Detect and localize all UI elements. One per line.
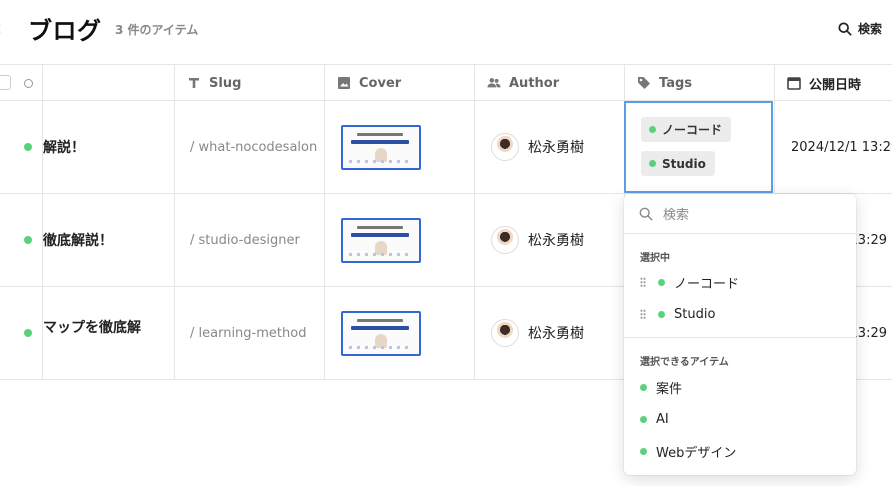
author-name: 松永勇樹 bbox=[528, 326, 584, 342]
available-section-label: 選択できるアイテム bbox=[640, 357, 729, 368]
author-cell[interactable]: 松永勇樹 bbox=[474, 194, 624, 286]
tag-dot bbox=[640, 415, 647, 423]
page-title: ブログ bbox=[28, 17, 102, 45]
avatar bbox=[491, 226, 519, 254]
back-chevron-icon[interactable]: ‹ bbox=[0, 17, 10, 39]
item-count: 3 件のアイテム bbox=[115, 23, 199, 37]
tag-dot bbox=[649, 160, 656, 167]
tag-dot bbox=[658, 278, 665, 286]
author-column-label: Author bbox=[509, 75, 560, 91]
title-cell[interactable]: 解説！ bbox=[42, 101, 174, 193]
date-cell[interactable]: 2024/12/1 13:29 bbox=[774, 101, 892, 193]
title-cell[interactable]: 徹底解説！ bbox=[42, 194, 174, 286]
tag-dot bbox=[658, 310, 665, 318]
tags-column-header[interactable]: Tags bbox=[624, 65, 774, 101]
tag-chip[interactable]: Studio bbox=[641, 151, 715, 176]
tags-column-label: Tags bbox=[659, 75, 693, 91]
search-button-label: 検索 bbox=[858, 22, 883, 36]
selected-tag-item[interactable]: ノーコード bbox=[640, 269, 850, 295]
dropdown-item-label: 案件 bbox=[656, 381, 683, 397]
available-tag-item[interactable]: Webデザイン bbox=[640, 438, 850, 464]
drag-handle-icon[interactable] bbox=[640, 309, 646, 319]
drag-handle-icon[interactable] bbox=[640, 277, 646, 287]
author-column-header[interactable]: Author bbox=[474, 65, 624, 101]
cover-column-label: Cover bbox=[359, 75, 402, 91]
search-icon bbox=[639, 207, 653, 221]
search-button[interactable]: 検索 bbox=[838, 20, 882, 37]
slug-cell[interactable]: / studio-designer bbox=[174, 194, 324, 286]
image-type-icon bbox=[338, 77, 350, 89]
slug-column-header[interactable]: Slug bbox=[174, 65, 324, 101]
table-header: Slug Cover Author Tags 公開日時 bbox=[0, 64, 892, 101]
tag-chip-label: Studio bbox=[662, 156, 706, 171]
author-cell[interactable]: 松永勇樹 bbox=[474, 101, 624, 193]
cover-thumbnail bbox=[341, 310, 421, 356]
selected-section-label: 選択中 bbox=[640, 253, 670, 264]
tag-chip[interactable]: ノーコード bbox=[641, 117, 732, 142]
dropdown-item-label: ノーコード bbox=[674, 276, 740, 292]
title-column-header[interactable] bbox=[42, 65, 174, 101]
dropdown-search-placeholder: 検索 bbox=[663, 208, 690, 223]
title-cell[interactable]: マップを徹底解 bbox=[42, 287, 174, 379]
dropdown-item-label: Studio bbox=[674, 306, 716, 322]
status-dot bbox=[24, 143, 32, 151]
dropdown-divider bbox=[624, 337, 856, 338]
search-icon bbox=[838, 21, 852, 36]
dropdown-item-label: AI bbox=[656, 411, 669, 427]
tag-dot bbox=[649, 126, 656, 133]
author-name: 松永勇樹 bbox=[528, 140, 584, 156]
cover-cell[interactable] bbox=[324, 194, 474, 286]
avatar bbox=[491, 133, 519, 161]
cover-thumbnail bbox=[341, 217, 421, 263]
slug-column-label: Slug bbox=[209, 75, 242, 91]
author-cell[interactable]: 松永勇樹 bbox=[474, 287, 624, 379]
date-column-header[interactable]: 公開日時 bbox=[774, 65, 892, 101]
available-tag-item[interactable]: AI bbox=[640, 406, 850, 432]
tags-editor[interactable]: ノーコード Studio bbox=[624, 101, 773, 193]
text-type-icon bbox=[189, 78, 199, 88]
date-column-label: 公開日時 bbox=[809, 77, 862, 93]
tag-chip-label: ノーコード bbox=[662, 123, 723, 137]
status-dot bbox=[24, 329, 32, 337]
cover-column-header[interactable]: Cover bbox=[324, 65, 474, 101]
dropdown-search-input[interactable]: 検索 bbox=[624, 194, 856, 234]
status-dot bbox=[24, 236, 32, 244]
dropdown-item-label: Webデザイン bbox=[656, 445, 737, 461]
avatar bbox=[491, 319, 519, 347]
select-all-checkbox[interactable] bbox=[0, 75, 11, 90]
cover-cell[interactable] bbox=[324, 101, 474, 193]
people-icon bbox=[487, 78, 501, 88]
tag-dot bbox=[640, 383, 647, 391]
top-bar: ‹ ブログ 3 件のアイテム 検索 bbox=[0, 0, 892, 62]
selected-tag-item[interactable]: Studio bbox=[640, 301, 850, 327]
slug-cell[interactable]: / what-nocodesalon bbox=[174, 101, 324, 193]
cover-thumbnail bbox=[341, 124, 421, 170]
tag-dropdown: 検索 選択中 ノーコード Studio 選択できるアイテム 案件 AI Webデ… bbox=[624, 194, 856, 475]
cover-cell[interactable] bbox=[324, 287, 474, 379]
tag-dot bbox=[640, 447, 647, 455]
slug-cell[interactable]: / learning-method bbox=[174, 287, 324, 379]
calendar-icon bbox=[787, 77, 801, 90]
status-column-icon bbox=[24, 79, 33, 88]
author-name: 松永勇樹 bbox=[528, 233, 584, 249]
tag-icon bbox=[638, 77, 650, 89]
available-tag-item[interactable]: 案件 bbox=[640, 374, 850, 400]
